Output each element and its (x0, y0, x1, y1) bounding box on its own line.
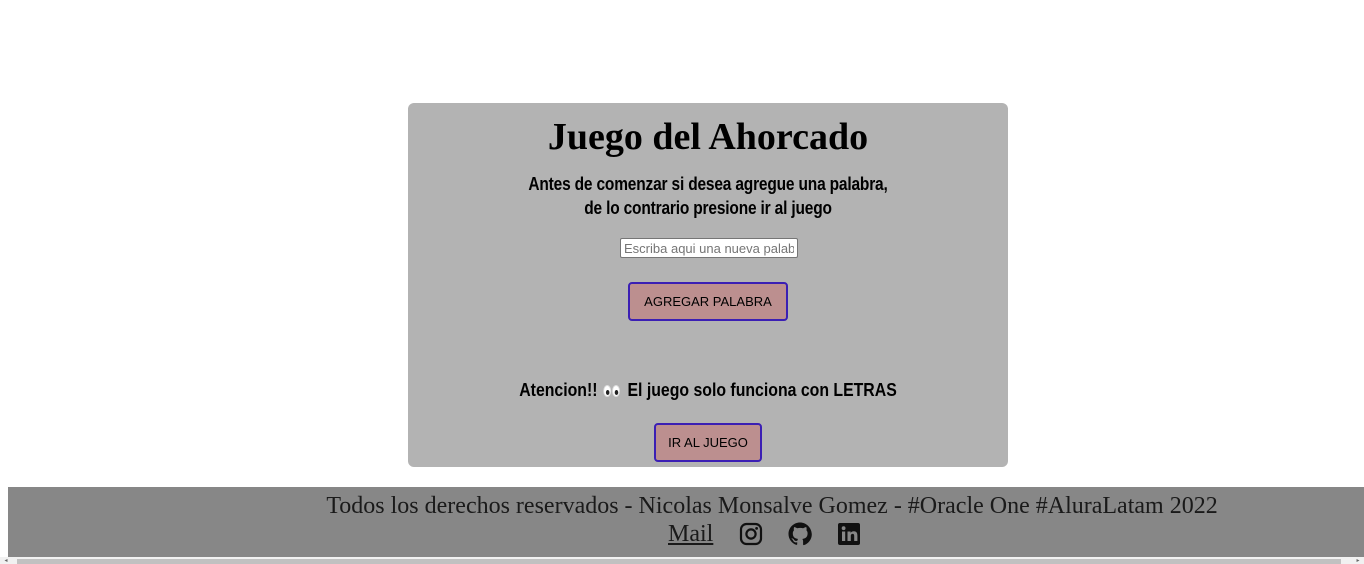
mail-link[interactable]: Mail (668, 521, 713, 548)
copyright-text: Todos los derechos reservados - Nicolas … (326, 493, 1218, 519)
instructions-text: Antes de comenzar si desea agregue una p… (450, 172, 966, 220)
scroll-left-arrow-icon[interactable]: ◂ (2, 557, 10, 564)
footer-links: Mail (668, 520, 886, 548)
new-word-input[interactable] (620, 238, 798, 258)
instagram-icon[interactable] (739, 522, 763, 546)
eyes-emoji-icon (603, 384, 622, 398)
github-icon[interactable] (788, 522, 813, 546)
scrollbar-thumb[interactable] (17, 559, 1341, 564)
warning-message: Atencion!! El juego solo funciona con LET… (444, 378, 972, 402)
instructions-line-1: Antes de comenzar si desea agregue una p… (528, 174, 888, 194)
linkedin-icon[interactable] (837, 522, 861, 546)
game-card: Juego del Ahorcado Antes de comenzar si … (408, 103, 1008, 467)
warning-text: El juego solo funciona con LETRAS (627, 380, 897, 400)
go-to-game-button[interactable]: IR AL JUEGO (654, 423, 762, 462)
instructions-line-2: de lo contrario presione ir al juego (584, 198, 832, 218)
page-title: Juego del Ahorcado (547, 116, 869, 158)
warning-prefix: Atencion!! (519, 380, 598, 400)
add-word-button[interactable]: AGREGAR PALABRA (628, 282, 788, 321)
footer: Todos los derechos reservados - Nicolas … (8, 487, 1364, 557)
scroll-right-arrow-icon[interactable]: ▸ (1354, 557, 1362, 564)
horizontal-scrollbar[interactable]: ◂ ▸ (0, 557, 1364, 564)
